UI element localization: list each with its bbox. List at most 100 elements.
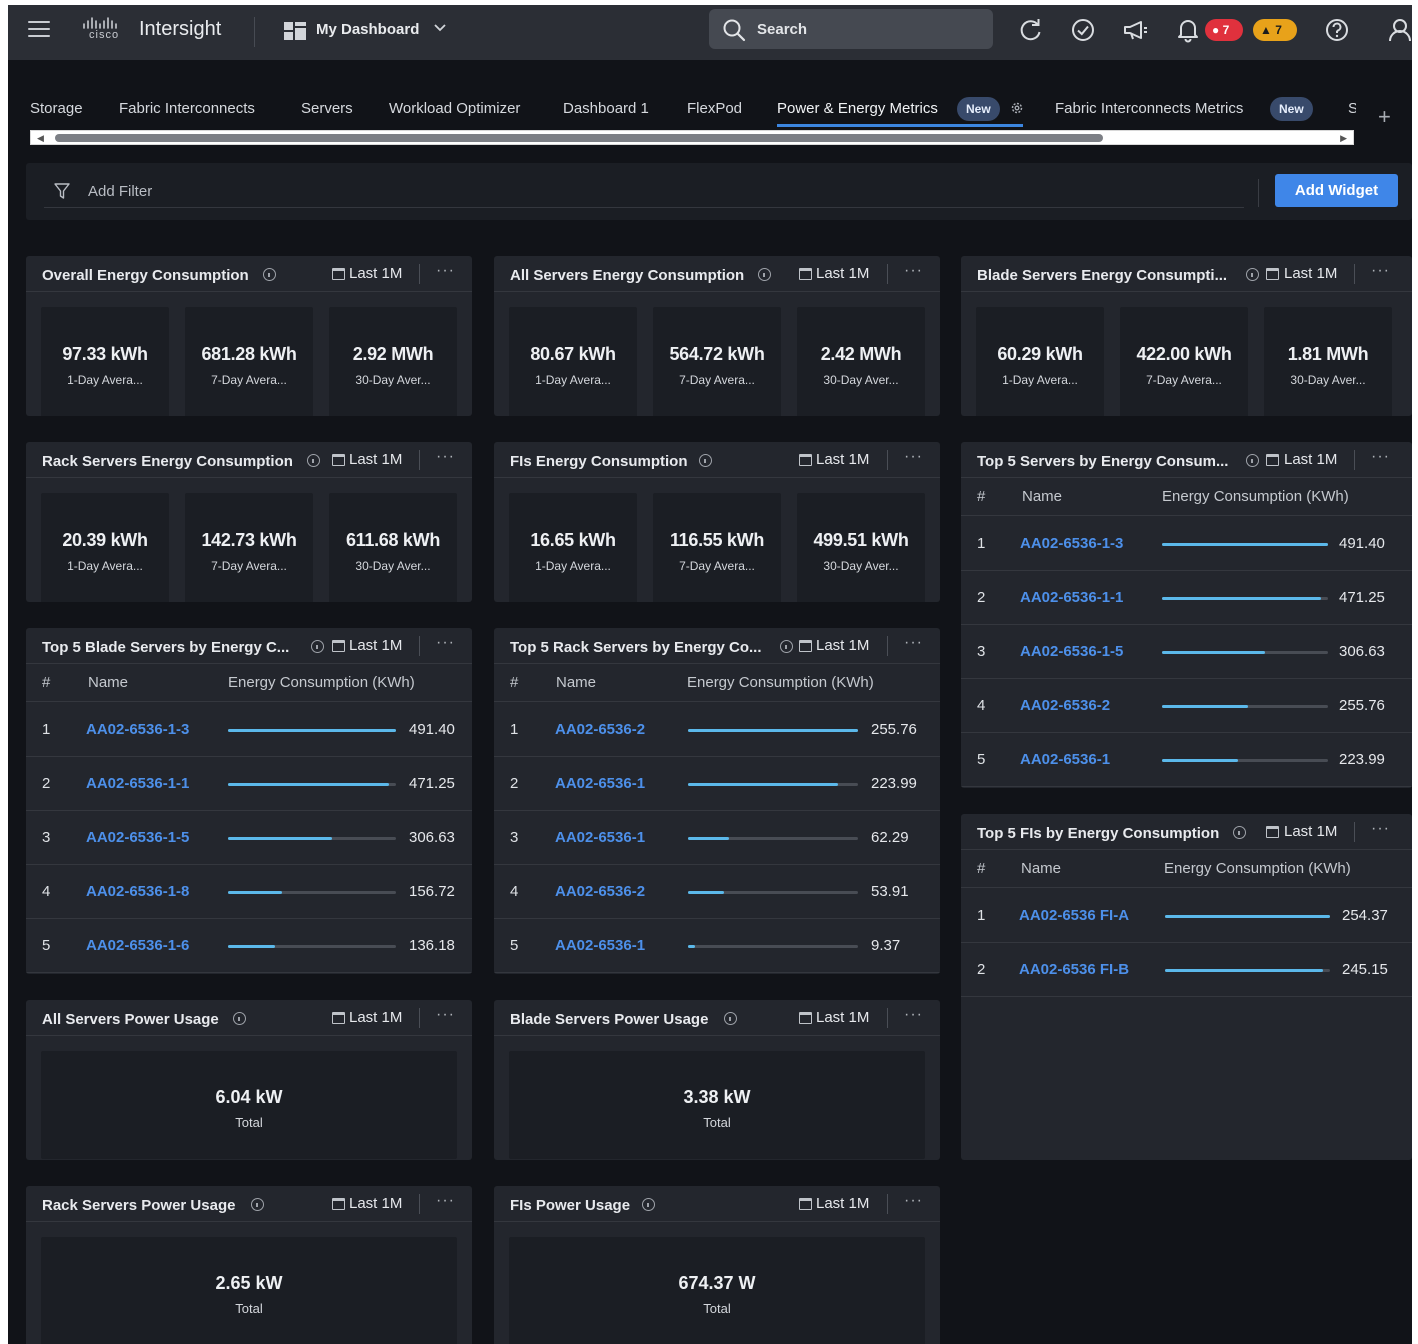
time-range-selector[interactable]: Last 1M	[349, 637, 402, 654]
server-name-link[interactable]: AA02-6536-2	[555, 721, 645, 738]
time-range-selector[interactable]: Last 1M	[1284, 451, 1337, 468]
column-header[interactable]: Energy Consumption (KWh)	[228, 674, 415, 691]
info-icon[interactable]	[1246, 268, 1259, 281]
time-range-selector[interactable]: Last 1M	[816, 1009, 869, 1026]
column-header[interactable]: Name	[88, 674, 128, 691]
info-icon[interactable]	[758, 268, 771, 281]
time-range-selector[interactable]: Last 1M	[1284, 265, 1337, 282]
dashboard-selector[interactable]: My Dashboard	[316, 21, 419, 38]
more-options-icon[interactable]: ···	[904, 634, 923, 652]
info-icon[interactable]	[1246, 454, 1259, 467]
column-header[interactable]: Name	[1022, 488, 1062, 505]
check-circle-icon[interactable]	[1070, 17, 1096, 43]
tab-dashboard-1[interactable]: Dashboard 1	[563, 100, 649, 117]
server-name-link[interactable]: AA02-6536-1	[555, 775, 645, 792]
divider	[1258, 179, 1259, 207]
server-name-link[interactable]: AA02-6536-2	[555, 883, 645, 900]
tab-storage[interactable]: Storage	[30, 100, 83, 117]
stat-value: 564.72 kWh	[669, 344, 765, 364]
tab-fabric-interconnects[interactable]: Fabric Interconnects	[119, 100, 255, 117]
stat-card: 611.68 kWh 30-Day Aver...	[329, 493, 457, 602]
time-range-selector[interactable]: Last 1M	[349, 1009, 402, 1026]
add-widget-button[interactable]: Add Widget	[1275, 174, 1398, 207]
calendar-icon	[799, 268, 812, 280]
more-options-icon[interactable]: ···	[1371, 820, 1390, 838]
more-options-icon[interactable]: ···	[1371, 448, 1390, 466]
announcement-icon[interactable]	[1122, 17, 1148, 43]
energy-bar-track	[1165, 969, 1330, 972]
column-header[interactable]: Name	[1021, 860, 1061, 877]
more-options-icon[interactable]: ···	[904, 1192, 923, 1210]
critical-alarm-badge[interactable]: ● 7	[1205, 19, 1243, 41]
help-icon[interactable]	[1324, 17, 1350, 43]
more-options-icon[interactable]: ···	[904, 448, 923, 466]
more-options-icon[interactable]: ···	[436, 1006, 455, 1024]
add-tab-icon[interactable]: +	[1378, 104, 1391, 130]
time-range-selector[interactable]: Last 1M	[816, 265, 869, 282]
tab-servers[interactable]: Servers	[301, 100, 353, 117]
more-options-icon[interactable]: ···	[436, 448, 455, 466]
info-icon[interactable]	[263, 268, 276, 281]
gear-icon[interactable]	[1010, 101, 1024, 120]
menu-icon[interactable]	[28, 21, 50, 39]
server-name-link[interactable]: AA02-6536-1	[555, 829, 645, 846]
time-range-selector[interactable]: Last 1M	[816, 637, 869, 654]
more-options-icon[interactable]: ···	[1371, 262, 1390, 280]
more-options-icon[interactable]: ···	[436, 262, 455, 280]
scroll-right-icon[interactable]: ▶	[1340, 133, 1347, 144]
server-name-link[interactable]: AA02-6536-1	[555, 937, 645, 954]
tab-workload-optimizer[interactable]: Workload Optimizer	[389, 100, 520, 117]
tab-flexpod[interactable]: FlexPod	[687, 100, 742, 117]
info-icon[interactable]	[780, 640, 793, 653]
server-name-link[interactable]: AA02-6536-1-3	[1020, 535, 1123, 552]
more-options-icon[interactable]: ···	[904, 262, 923, 280]
info-icon[interactable]	[233, 1012, 246, 1025]
info-icon[interactable]	[642, 1198, 655, 1211]
search-box[interactable]: Search	[709, 9, 993, 49]
time-range-selector[interactable]: Last 1M	[816, 1195, 869, 1212]
server-name-link[interactable]: AA02-6536-1	[1020, 751, 1110, 768]
column-header[interactable]: Energy Consumption (KWh)	[1162, 488, 1349, 505]
info-icon[interactable]	[311, 640, 324, 653]
scroll-left-icon[interactable]: ◀	[37, 133, 44, 144]
more-options-icon[interactable]: ···	[436, 1192, 455, 1210]
column-header[interactable]: Name	[556, 674, 596, 691]
info-icon[interactable]	[1233, 826, 1246, 839]
tab-partial[interactable]: S	[1348, 100, 1356, 117]
time-range-selector[interactable]: Last 1M	[349, 265, 402, 282]
server-name-link[interactable]: AA02-6536-2	[1020, 697, 1110, 714]
add-filter-input[interactable]: Add Filter	[88, 183, 152, 200]
server-name-link[interactable]: AA02-6536-1-8	[86, 883, 189, 900]
server-name-link[interactable]: AA02-6536 FI-A	[1019, 907, 1129, 924]
server-name-link[interactable]: AA02-6536-1-5	[86, 829, 189, 846]
energy-bar-fill	[1165, 969, 1324, 972]
chevron-down-icon[interactable]	[433, 20, 447, 34]
server-name-link[interactable]: AA02-6536-1-1	[86, 775, 189, 792]
scrollbar-thumb[interactable]	[55, 134, 1103, 142]
user-icon[interactable]	[1388, 17, 1412, 43]
info-icon[interactable]	[724, 1012, 737, 1025]
more-options-icon[interactable]: ···	[436, 634, 455, 652]
server-name-link[interactable]: AA02-6536-1-3	[86, 721, 189, 738]
column-header[interactable]: Energy Consumption (KWh)	[687, 674, 874, 691]
time-range-selector[interactable]: Last 1M	[816, 451, 869, 468]
info-icon[interactable]	[251, 1198, 264, 1211]
time-range-selector[interactable]: Last 1M	[349, 1195, 402, 1212]
time-range-selector[interactable]: Last 1M	[1284, 823, 1337, 840]
server-name-link[interactable]: AA02-6536-1-6	[86, 937, 189, 954]
refresh-icon[interactable]	[1018, 17, 1044, 43]
server-name-link[interactable]: AA02-6536-1-5	[1020, 643, 1123, 660]
tab-fabric-interconnects-metrics[interactable]: Fabric Interconnects Metrics	[1055, 100, 1243, 117]
server-name-link[interactable]: AA02-6536-1-1	[1020, 589, 1123, 606]
more-options-icon[interactable]: ···	[904, 1006, 923, 1024]
table-row: 1 AA02-6536-2 255.76	[494, 703, 940, 757]
info-icon[interactable]	[307, 454, 320, 467]
server-name-link[interactable]: AA02-6536 FI-B	[1019, 961, 1129, 978]
bell-icon[interactable]	[1175, 17, 1201, 43]
warning-alarm-badge[interactable]: ▲ 7	[1253, 19, 1297, 41]
column-header[interactable]: Energy Consumption (KWh)	[1164, 860, 1351, 877]
info-icon[interactable]	[699, 454, 712, 467]
time-range-selector[interactable]: Last 1M	[349, 451, 402, 468]
tab-power-energy-metrics[interactable]: Power & Energy Metrics	[777, 100, 938, 117]
tabs-scrollbar[interactable]: ◀ ▶	[30, 130, 1354, 145]
